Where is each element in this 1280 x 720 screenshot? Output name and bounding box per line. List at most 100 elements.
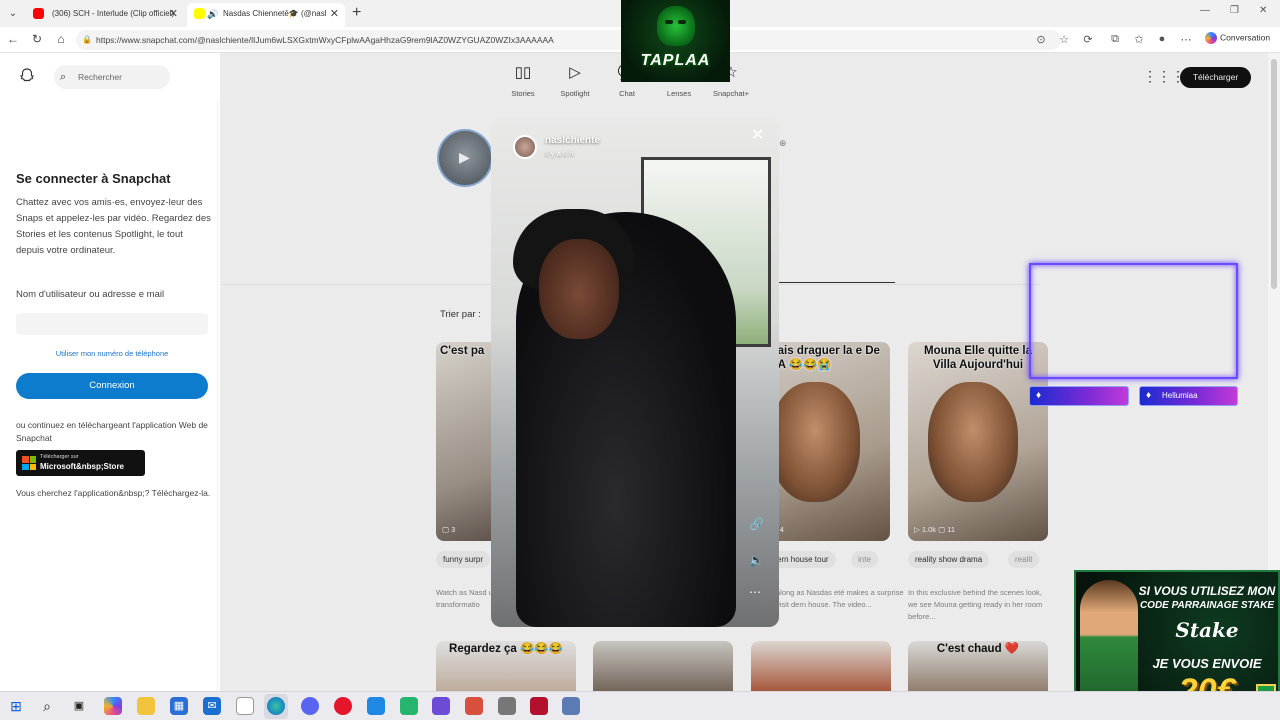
apps-grid-icon[interactable]: ⋮⋮⋮: [1143, 68, 1185, 85]
topic-tag[interactable]: reality show drama: [908, 551, 990, 568]
tab-title: Nasdas Chiennetē🎓 (@nasl: [223, 9, 327, 18]
extensions-icon[interactable]: ⟳: [1081, 33, 1095, 46]
topic-tag[interactable]: inte: [851, 551, 878, 568]
nav-stories[interactable]: ▯▯ Stories: [501, 63, 545, 98]
active-tab-underline: [778, 282, 895, 283]
speaker-icon[interactable]: 🔊: [207, 3, 218, 25]
acrobat-icon[interactable]: [530, 697, 548, 715]
file-explorer-icon[interactable]: [137, 697, 155, 715]
more-menu-icon[interactable]: ⋯: [1179, 33, 1193, 46]
login-description: Chattez avec vos amis·es, envoyez-leur d…: [16, 197, 211, 256]
close-story-icon[interactable]: ✕: [751, 125, 764, 145]
store-icon[interactable]: ▦: [170, 697, 188, 715]
card-stats: ▢ 3: [442, 525, 456, 534]
get-app-text[interactable]: Vous cherchez l'application&nbsp;? Téléc…: [16, 487, 212, 500]
username-label: Nom d'utilisateur ou adresse e mail: [16, 289, 165, 300]
lock-icon: 🔒: [82, 35, 92, 44]
more-options-icon[interactable]: ⋯: [749, 585, 761, 599]
copilot-button[interactable]: Conversation: [1205, 32, 1270, 44]
tab-actions-menu-icon[interactable]: ⌄: [4, 6, 22, 22]
back-icon[interactable]: ←: [6, 32, 20, 46]
opera-icon[interactable]: [334, 697, 352, 715]
start-icon[interactable]: ⊞: [7, 697, 25, 715]
profile-icon[interactable]: ●: [1155, 33, 1169, 45]
browser-tab-youtube[interactable]: (306) SCH - Interlude (Clip officiel) ✕: [26, 3, 184, 27]
camera-icon[interactable]: [562, 697, 580, 715]
search-placeholder: Rechercher: [78, 72, 122, 82]
mail-icon[interactable]: ✉: [203, 697, 221, 715]
story-person-face: [539, 239, 619, 339]
favorites-icon[interactable]: ✩: [1132, 33, 1146, 46]
url-field[interactable]: 🔒 https://www.snapchat.com/@naslchiente/…: [76, 30, 1061, 50]
spotlight-card[interactable]: Mouna Elle quitte la Villa Aujourd'hui ▷…: [908, 342, 1048, 541]
download-button[interactable]: Télécharger: [1180, 67, 1251, 88]
reader-icon[interactable]: ⊙: [1034, 33, 1048, 46]
scrollbar-thumb[interactable]: [1271, 59, 1277, 289]
discord-icon[interactable]: [301, 697, 319, 715]
copilot-label: Conversation: [1220, 32, 1271, 43]
task-view-icon[interactable]: ▣: [70, 697, 88, 715]
app-icon[interactable]: [465, 697, 483, 715]
close-tab-icon[interactable]: ✕: [330, 3, 339, 25]
store-line-2: Microsoft&nbsp;Store: [40, 462, 124, 471]
notepad-icon[interactable]: [236, 697, 254, 715]
story-user-avatar[interactable]: [513, 135, 537, 159]
story-username[interactable]: naslchiente: [545, 135, 600, 146]
story-time-ago: Il y a 6 h: [545, 149, 574, 158]
share-icon[interactable]: ⊕: [779, 138, 787, 149]
store-line-1: Télécharger sur: [40, 454, 79, 460]
promo-line-2: CODE PARRAINAGE STAKE: [1139, 600, 1275, 611]
browser-tab-snapchat[interactable]: 🔊 Nasdas Chiennetē🎓 (@nasl ✕: [187, 3, 345, 27]
spotlight-card[interactable]: [593, 641, 733, 691]
app-icon[interactable]: [498, 697, 516, 715]
search-input[interactable]: ⌕ Rechercher: [54, 65, 170, 89]
profile-avatar[interactable]: ▶: [437, 129, 493, 187]
topic-tag[interactable]: ern house tour: [770, 551, 836, 568]
sub-badge-overlay: ♦ Hellumiaa: [1139, 386, 1238, 406]
promo-brand: Stake: [1175, 618, 1239, 642]
or-continue-text: ou continuez en téléchargeant l'applicat…: [16, 420, 208, 443]
snapchat-ghost-logo-icon[interactable]: [18, 67, 36, 90]
app-icon[interactable]: [400, 697, 418, 715]
app-icon[interactable]: [367, 697, 385, 715]
badge-name: Hellumiaa: [1162, 391, 1198, 400]
sub-badge-overlay: ♦: [1029, 386, 1129, 406]
refresh-icon[interactable]: ↻: [30, 32, 44, 46]
stories-icon: ▯▯: [514, 64, 532, 81]
youtube-favicon-icon: [33, 8, 44, 19]
spotlight-card[interactable]: C'est chaud ❤️: [908, 641, 1048, 691]
minimize-button[interactable]: —: [1200, 5, 1210, 16]
spotlight-card[interactable]: Regardez ça 😂😂😂: [436, 641, 576, 691]
diamond-icon: ♦: [1036, 390, 1042, 401]
mask-eye: [678, 20, 686, 24]
use-phone-link[interactable]: Utiliser mon numéro de téléphone: [16, 349, 208, 358]
close-window-button[interactable]: ✕: [1259, 5, 1267, 16]
new-tab-button[interactable]: +: [352, 3, 361, 23]
volume-icon[interactable]: 🔈: [749, 553, 764, 567]
topic-tag[interactable]: realit: [1008, 551, 1040, 568]
play-icon: ▶: [459, 149, 470, 165]
spotlight-card[interactable]: [751, 641, 891, 691]
close-tab-icon[interactable]: ✕: [169, 3, 178, 25]
sort-label[interactable]: Trier par :: [440, 309, 481, 320]
copilot-icon[interactable]: [104, 697, 122, 715]
home-icon[interactable]: ⌂: [54, 32, 68, 46]
maximize-button[interactable]: ❐: [1230, 5, 1239, 16]
split-screen-icon[interactable]: ⧉: [1108, 33, 1122, 46]
story-viewer[interactable]: naslchiente Il y a 6 h ✕ 🔗 🔈 ⋯: [491, 117, 779, 627]
tab-title: (306) SCH - Interlude (Clip officiel): [52, 9, 175, 18]
calculator-icon[interactable]: [432, 697, 450, 715]
microsoft-store-badge[interactable]: Télécharger sur Microsoft&nbsp;Store: [16, 450, 145, 476]
nav-spotlight[interactable]: ▷ Spotlight: [553, 63, 597, 98]
copy-link-icon[interactable]: 🔗: [749, 517, 764, 531]
username-input[interactable]: [16, 313, 208, 335]
topic-tag[interactable]: funny surpr: [436, 551, 491, 568]
promo-line-3: JE VOUS ENVOIE: [1152, 656, 1262, 671]
nav-label: Lenses: [666, 89, 692, 98]
search-icon[interactable]: ⌕: [38, 697, 56, 715]
taplaa-logo-overlay: TAPLAA: [621, 0, 730, 82]
edge-icon[interactable]: [267, 697, 285, 715]
favorite-star-icon[interactable]: ☆: [1057, 33, 1071, 46]
login-button[interactable]: Connexion: [16, 373, 208, 399]
card-caption: Mouna Elle quitte la Villa Aujourd'hui: [924, 345, 1032, 371]
